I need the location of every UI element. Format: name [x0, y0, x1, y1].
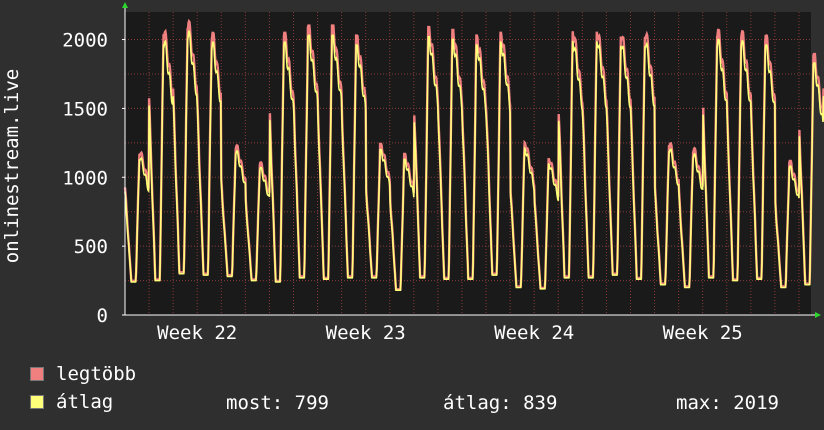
y-tick-labels: 0 500 1000 1500 2000: [62, 30, 125, 327]
y-tick-label: 500: [74, 236, 108, 258]
stat-now: most: 799: [226, 392, 329, 414]
legend-swatch-legtobb: [30, 367, 44, 381]
x-tick-label: Week 23: [326, 322, 406, 340]
stat-average: átlag: 839: [443, 392, 558, 414]
traffic-chart: 0500100015002000 Week 22 Week 23 Week 24 We…: [62, 2, 824, 340]
legend-label: legtöbb: [56, 363, 137, 385]
legend-item-atlag: átlag: [30, 390, 113, 414]
y-axis-title: onlinestream.live: [1, 68, 23, 264]
y-axis-arrow-icon: [122, 2, 128, 8]
legend-swatch-atlag: [30, 395, 44, 409]
x-tick-label: Week 25: [663, 322, 743, 340]
stat-max: max: 2019: [676, 392, 779, 414]
y-tick-label: 0: [97, 305, 108, 327]
x-tick-label: Week 24: [494, 322, 574, 340]
x-tick-label: Week 22: [157, 322, 237, 340]
y-tick-label: 1000: [62, 167, 108, 189]
legend-item-legtobb: legtöbb: [30, 362, 136, 386]
x-axis-arrow-icon: [815, 312, 821, 318]
y-tick-label: 1500: [62, 98, 108, 120]
x-tick-labels: Week 22 Week 23 Week 24 Week 25: [157, 322, 743, 340]
legend-label: átlag: [56, 391, 114, 413]
y-tick-label: 2000: [62, 30, 108, 52]
